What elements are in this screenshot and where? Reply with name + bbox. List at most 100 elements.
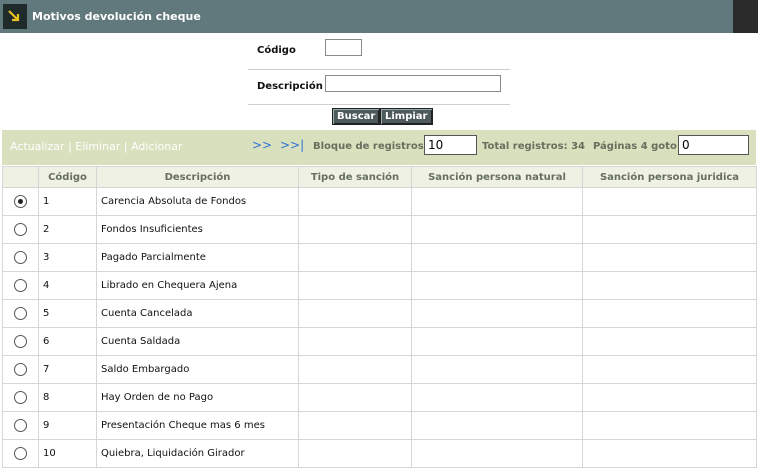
sancion-juridica-cell	[582, 243, 757, 272]
arrow-down-right-icon	[3, 4, 27, 29]
descripcion-cell: Quiebra, Liquidación Girador	[96, 439, 299, 468]
row-select-cell	[2, 383, 39, 412]
row-select-cell	[2, 411, 39, 440]
row-radio-button[interactable]	[14, 447, 27, 460]
codigo-cell: 6	[38, 327, 97, 356]
codigo-label: Código	[257, 45, 296, 56]
title-bar: Motivos devolución cheque	[0, 0, 758, 33]
sancion-natural-cell	[411, 411, 583, 440]
tipo-sancion-cell	[298, 271, 412, 300]
sancion-juridica-cell	[582, 215, 757, 244]
table-row[interactable]: 8 Hay Orden de no Pago	[2, 383, 757, 412]
tipo-sancion-cell	[298, 355, 412, 384]
tipo-sancion-cell	[298, 327, 412, 356]
sancion-natural-cell	[411, 215, 583, 244]
tipo-sancion-cell	[298, 383, 412, 412]
limpiar-button[interactable]: Limpiar	[380, 108, 433, 125]
tipo-sancion-cell	[298, 439, 412, 468]
column-header-sancion-natural: Sanción persona natural	[411, 166, 583, 188]
row-radio-button[interactable]	[14, 391, 27, 404]
table-row[interactable]: 7 Saldo Embargado	[2, 355, 757, 384]
paginas-goto-label: Páginas 4 goto:	[593, 141, 681, 152]
next-page-link[interactable]: >>	[252, 138, 272, 152]
row-radio-button[interactable]	[14, 195, 27, 208]
descripcion-row: Descripción	[248, 70, 510, 105]
title-bar-end	[733, 0, 758, 33]
descripcion-cell: Fondos Insuficientes	[96, 215, 299, 244]
descripcion-cell: Librado en Chequera Ajena	[96, 271, 299, 300]
descripcion-input[interactable]	[325, 75, 501, 92]
codigo-row: Código	[248, 37, 510, 70]
row-radio-button[interactable]	[14, 223, 27, 236]
codigo-cell: 5	[38, 299, 97, 328]
descripcion-cell: Saldo Embargado	[96, 355, 299, 384]
table-row[interactable]: 9 Presentación Cheque mas 6 mes	[2, 411, 757, 440]
tipo-sancion-cell	[298, 299, 412, 328]
row-select-cell	[2, 215, 39, 244]
table-row[interactable]: 2 Fondos Insuficientes	[2, 215, 757, 244]
column-header-select	[2, 166, 39, 188]
row-select-cell	[2, 327, 39, 356]
total-registros: Total registros: 34	[482, 141, 585, 152]
column-header-sancion-juridica: Sanción persona juridica	[582, 166, 757, 188]
row-radio-button[interactable]	[14, 335, 27, 348]
sancion-juridica-cell	[582, 383, 757, 412]
row-radio-button[interactable]	[14, 251, 27, 264]
adicionar-link[interactable]: Adicionar	[131, 140, 182, 153]
bloque-input[interactable]	[424, 135, 477, 155]
sancion-natural-cell	[411, 355, 583, 384]
codigo-cell: 4	[38, 271, 97, 300]
column-header-codigo: Código	[38, 166, 97, 188]
sancion-juridica-cell	[582, 187, 757, 216]
sancion-natural-cell	[411, 271, 583, 300]
row-radio-button[interactable]	[14, 279, 27, 292]
descripcion-cell: Cuenta Saldada	[96, 327, 299, 356]
table-row[interactable]: 6 Cuenta Saldada	[2, 327, 757, 356]
records-table: Código Descripción Tipo de sanción Sanci…	[2, 166, 757, 468]
sancion-natural-cell	[411, 439, 583, 468]
codigo-input[interactable]	[325, 39, 362, 56]
goto-input[interactable]	[678, 135, 749, 155]
codigo-cell: 7	[38, 355, 97, 384]
row-radio-button[interactable]	[14, 363, 27, 376]
column-header-tipo-sancion: Tipo de sanción	[298, 166, 412, 188]
codigo-cell: 3	[38, 243, 97, 272]
buscar-button[interactable]: Buscar	[332, 108, 381, 125]
row-select-cell	[2, 187, 39, 216]
last-page-link[interactable]: >>|	[280, 138, 304, 152]
table-row[interactable]: 3 Pagado Parcialmente	[2, 243, 757, 272]
descripcion-cell: Cuenta Cancelada	[96, 299, 299, 328]
sancion-juridica-cell	[582, 411, 757, 440]
sancion-juridica-cell	[582, 327, 757, 356]
row-radio-button[interactable]	[14, 419, 27, 432]
sancion-natural-cell	[411, 243, 583, 272]
table-row[interactable]: 5 Cuenta Cancelada	[2, 299, 757, 328]
table-row[interactable]: 10 Quiebra, Liquidación Girador	[2, 439, 757, 468]
descripcion-cell: Pagado Parcialmente	[96, 243, 299, 272]
tipo-sancion-cell	[298, 187, 412, 216]
sancion-juridica-cell	[582, 439, 757, 468]
sancion-juridica-cell	[582, 299, 757, 328]
filter-form: Código Descripción	[248, 37, 510, 105]
eliminar-link[interactable]: Eliminar	[75, 140, 120, 153]
bloque-label: Bloque de registros:	[313, 141, 428, 152]
actualizar-link[interactable]: Actualizar	[10, 140, 65, 153]
table-header-row: Código Descripción Tipo de sanción Sanci…	[2, 166, 757, 188]
codigo-cell: 9	[38, 411, 97, 440]
codigo-cell: 1	[38, 187, 97, 216]
table-row[interactable]: 1 Carencia Absoluta de Fondos	[2, 187, 757, 216]
table-row[interactable]: 4 Librado en Chequera Ajena	[2, 271, 757, 300]
row-select-cell	[2, 243, 39, 272]
sancion-natural-cell	[411, 187, 583, 216]
row-select-cell	[2, 439, 39, 468]
sancion-natural-cell	[411, 383, 583, 412]
sancion-natural-cell	[411, 327, 583, 356]
tipo-sancion-cell	[298, 243, 412, 272]
row-select-cell	[2, 271, 39, 300]
row-select-cell	[2, 299, 39, 328]
descripcion-label: Descripción	[257, 81, 323, 92]
row-select-cell	[2, 355, 39, 384]
records-toolbar: Actualizar | Eliminar | Adicionar >> >>|…	[2, 130, 756, 165]
row-radio-button[interactable]	[14, 307, 27, 320]
sancion-natural-cell	[411, 299, 583, 328]
